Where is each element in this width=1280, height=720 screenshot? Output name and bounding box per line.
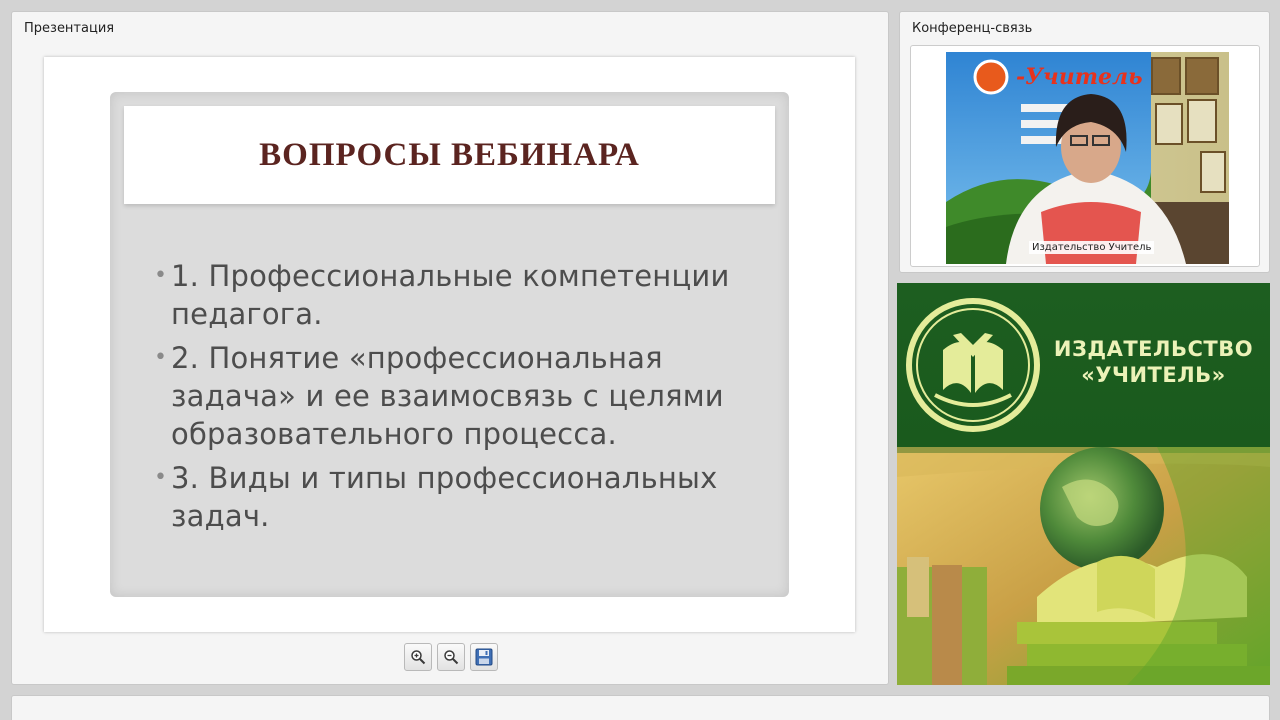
publisher-logo-icon bbox=[906, 298, 1040, 432]
webcam-video[interactable]: -Учитель Издательство Учитель bbox=[946, 52, 1229, 264]
presentation-toolbar bbox=[404, 643, 498, 671]
publisher-name-line2: «УЧИТЕЛЬ» bbox=[1081, 363, 1226, 387]
floppy-disk-icon bbox=[475, 648, 493, 666]
svg-text:-Учитель: -Учитель bbox=[1016, 64, 1143, 90]
slide-title-bar: ВОПРОСЫ ВЕБИНАРА bbox=[124, 106, 775, 204]
webcam-scene: -Учитель bbox=[946, 52, 1229, 264]
slide-title: ВОПРОСЫ ВЕБИНАРА bbox=[259, 136, 640, 173]
video-frame: -Учитель Издательство Учитель bbox=[910, 45, 1260, 267]
save-button[interactable] bbox=[470, 643, 498, 671]
books-globe-image bbox=[897, 447, 1270, 685]
zoom-out-button[interactable] bbox=[437, 643, 465, 671]
slide-bullet: 2. Понятие «профессиональная задача» и е… bbox=[154, 339, 774, 453]
publisher-name-line1: ИЗДАТЕЛЬСТВО bbox=[1053, 337, 1254, 361]
participant-name-label: Издательство Учитель bbox=[1029, 241, 1155, 254]
presentation-panel-title: Презентация bbox=[24, 21, 115, 36]
conference-panel-title: Конференц-связь bbox=[912, 21, 1033, 36]
slide-bullet-list: 1. Профессиональные компетенции педагога… bbox=[154, 257, 774, 541]
zoom-in-button[interactable] bbox=[404, 643, 432, 671]
conference-panel: Конференц-связь -Учитель Издательство Уч… bbox=[899, 11, 1270, 273]
slide-viewer[interactable]: ВОПРОСЫ ВЕБИНАРА 1. Профессиональные ком… bbox=[44, 57, 855, 632]
slide-bullet: 3. Виды и типы профессиональных задач. bbox=[154, 459, 774, 535]
publisher-banner: ИЗДАТЕЛЬСТВО «УЧИТЕЛЬ» bbox=[897, 283, 1270, 685]
zoom-out-icon bbox=[444, 650, 459, 665]
banner-image bbox=[897, 447, 1270, 685]
zoom-in-icon bbox=[411, 650, 426, 665]
presentation-panel: Презентация ВОПРОСЫ ВЕБИНАРА 1. Професси… bbox=[11, 11, 889, 685]
slide-content-box: ВОПРОСЫ ВЕБИНАРА 1. Профессиональные ком… bbox=[110, 92, 789, 597]
slide-bullet: 1. Профессиональные компетенции педагога… bbox=[154, 257, 774, 333]
bottom-panel bbox=[11, 695, 1270, 720]
publisher-name: ИЗДАТЕЛЬСТВО «УЧИТЕЛЬ» bbox=[1041, 336, 1266, 388]
banner-header: ИЗДАТЕЛЬСТВО «УЧИТЕЛЬ» bbox=[897, 283, 1270, 447]
